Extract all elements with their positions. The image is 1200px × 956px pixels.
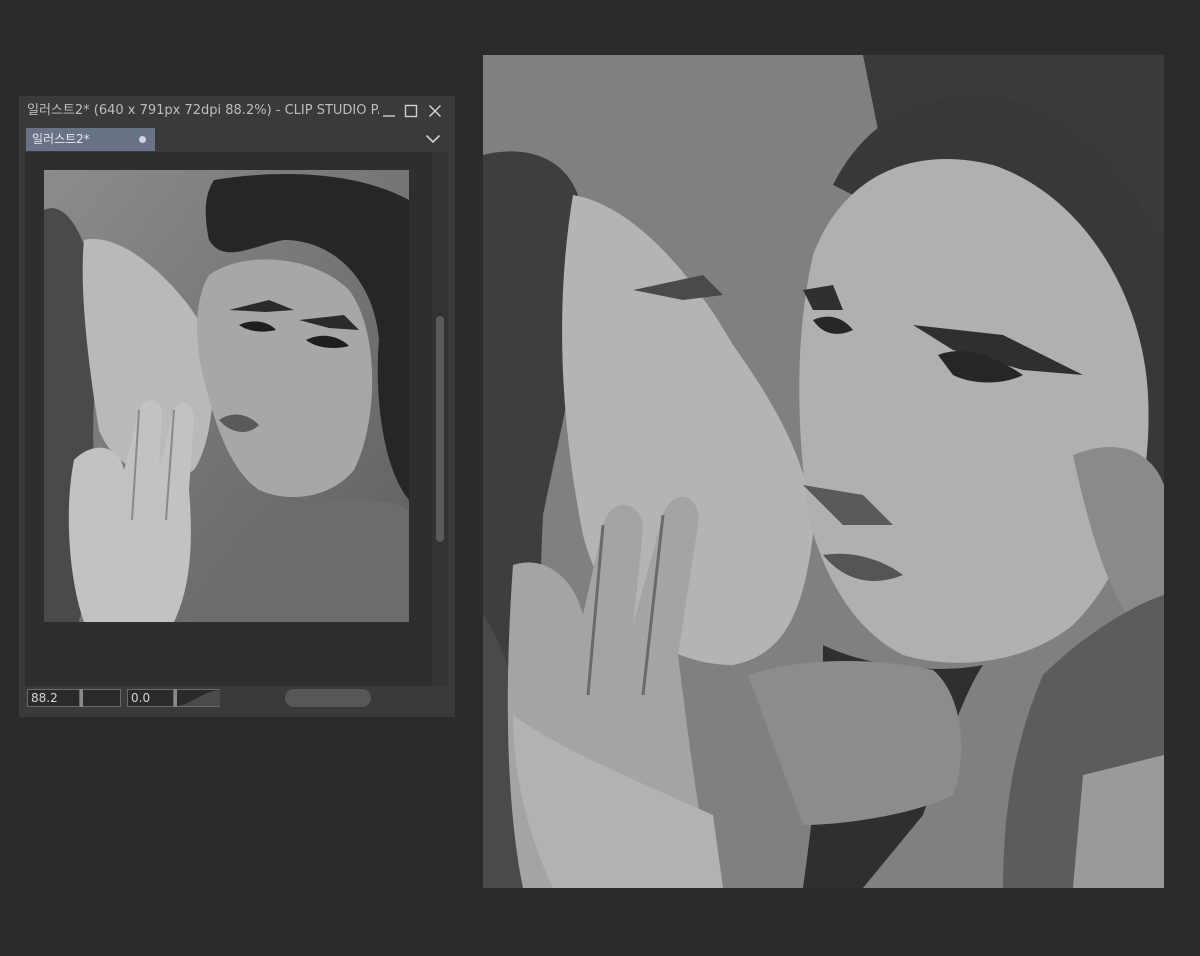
maximize-icon bbox=[404, 104, 418, 118]
minimize-icon bbox=[383, 115, 395, 117]
close-button[interactable] bbox=[425, 101, 445, 121]
workspace: 일러스트2* (640 x 791px 72dpi 88.2%) - CLIP … bbox=[0, 0, 1200, 956]
zoom-input[interactable]: 88.2 bbox=[27, 689, 81, 707]
tab-document[interactable]: 일러스트2* bbox=[26, 128, 155, 151]
minimize-button[interactable] bbox=[379, 101, 399, 121]
tab-label: 일러스트2* bbox=[32, 132, 90, 146]
zoom-slider[interactable] bbox=[79, 689, 121, 707]
close-icon bbox=[428, 104, 442, 118]
sub-view-canvas[interactable] bbox=[25, 152, 432, 686]
rotate-slider[interactable] bbox=[173, 689, 220, 707]
unsaved-dot-icon bbox=[139, 136, 146, 143]
horizontal-scroll-thumb[interactable] bbox=[285, 689, 371, 707]
rotate-slider-curve bbox=[175, 690, 220, 706]
title-bar[interactable]: 일러스트2* (640 x 791px 72dpi 88.2%) - CLIP … bbox=[19, 96, 455, 126]
vertical-scrollbar[interactable] bbox=[432, 152, 448, 686]
sub-view-window: 일러스트2* (640 x 791px 72dpi 88.2%) - CLIP … bbox=[19, 96, 455, 717]
zoom-slider-handle[interactable] bbox=[80, 689, 83, 707]
tab-dropdown-button[interactable] bbox=[421, 128, 445, 150]
painting-artwork bbox=[483, 55, 1164, 888]
tab-strip: 일러스트2* bbox=[19, 126, 455, 152]
view-controls-bar: 88.2 0.0 bbox=[25, 686, 448, 710]
reference-photo bbox=[44, 170, 409, 622]
vertical-scroll-thumb[interactable] bbox=[436, 316, 444, 542]
rotate-input[interactable]: 0.0 bbox=[127, 689, 175, 707]
window-title: 일러스트2* (640 x 791px 72dpi 88.2%) - CLIP … bbox=[27, 103, 379, 118]
chevron-down-icon bbox=[425, 134, 441, 144]
main-canvas[interactable] bbox=[483, 55, 1164, 888]
maximize-button[interactable] bbox=[401, 101, 421, 121]
